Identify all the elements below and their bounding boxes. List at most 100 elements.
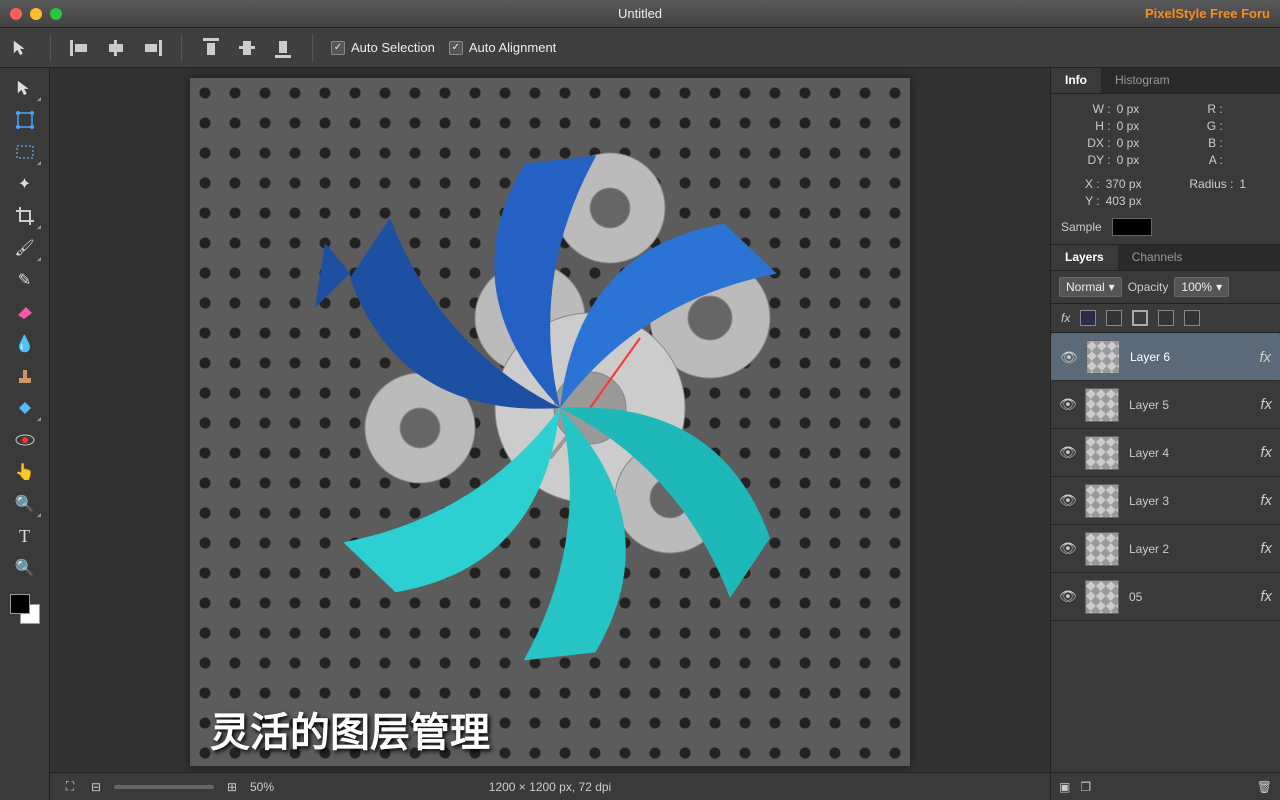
navigator-zoom-tool[interactable]: 🔍 — [8, 554, 42, 582]
zoom-in-icon[interactable]: ⊞ — [224, 779, 240, 795]
text-tool[interactable]: T — [8, 522, 42, 550]
document-canvas[interactable]: 灵活的图层管理 — [190, 78, 910, 766]
window-controls — [10, 8, 62, 20]
sample-swatch[interactable] — [1112, 218, 1152, 236]
transform-tool[interactable] — [8, 106, 42, 134]
layer-thumbnail[interactable] — [1085, 388, 1119, 422]
layer-thumbnail[interactable] — [1085, 532, 1119, 566]
close-window-button[interactable] — [10, 8, 22, 20]
layers-list: 👁Layer 6fx👁Layer 5fx👁Layer 4fx👁Layer 3fx… — [1051, 333, 1280, 772]
layer-row[interactable]: 👁Layer 6fx — [1051, 333, 1280, 381]
layers-panel-body: Normal ▾ Opacity 100% ▾ fx 👁Layer 6fx👁La… — [1051, 271, 1280, 800]
info-y-value: 403 px — [1106, 194, 1166, 208]
separator — [312, 34, 313, 62]
minimize-window-button[interactable] — [30, 8, 42, 20]
layer-row[interactable]: 👁 05 fx — [1051, 573, 1280, 621]
tab-channels[interactable]: Channels — [1118, 245, 1197, 270]
visibility-toggle-icon[interactable]: 👁 — [1059, 396, 1075, 413]
fx-badge[interactable]: fx — [1260, 588, 1272, 605]
visibility-toggle-icon[interactable]: 👁 — [1059, 588, 1075, 605]
lock-transparency-icon[interactable] — [1080, 310, 1096, 326]
zoom-value: 50% — [250, 780, 274, 794]
visibility-toggle-icon[interactable]: 👁 — [1059, 444, 1075, 461]
lock-position-icon[interactable] — [1132, 310, 1148, 326]
info-y-label: Y : — [1061, 194, 1106, 208]
zoom-out-icon[interactable]: ⊟ — [88, 779, 104, 795]
layer-name: Layer 3 — [1129, 494, 1250, 508]
canvas-caption: 灵活的图层管理 — [210, 700, 490, 758]
crop-tool[interactable] — [8, 202, 42, 230]
layer-thumbnail[interactable] — [1085, 580, 1119, 614]
blend-mode-select[interactable]: Normal ▾ — [1059, 277, 1122, 297]
layer-thumbnail[interactable] — [1085, 484, 1119, 518]
align-left-icon[interactable] — [69, 36, 91, 60]
right-panels: Info Histogram W :0 px H :0 px DX :0 px … — [1050, 68, 1280, 800]
maximize-window-button[interactable] — [50, 8, 62, 20]
zoom-slider[interactable] — [114, 785, 214, 789]
lock-pixels-icon[interactable] — [1106, 310, 1122, 326]
color-swatches[interactable] — [10, 594, 40, 624]
fx-badge[interactable]: fx — [1260, 396, 1272, 413]
info-r-label: R : — [1166, 102, 1229, 116]
layer-row[interactable]: 👁Layer 5fx — [1051, 381, 1280, 429]
tab-histogram[interactable]: Histogram — [1101, 68, 1184, 93]
duplicate-layer-icon[interactable]: ❐ — [1080, 780, 1091, 794]
auto-alignment-label: Auto Alignment — [469, 40, 556, 55]
info-x-value: 370 px — [1106, 177, 1166, 191]
tab-layers[interactable]: Layers — [1051, 245, 1118, 270]
layer-thumbnail[interactable] — [1086, 340, 1120, 374]
info-g-label: G : — [1166, 119, 1229, 133]
titlebar: Untitled PixelStyle Free Foru — [0, 0, 1280, 28]
fx-label[interactable]: fx — [1061, 311, 1070, 325]
visibility-toggle-icon[interactable]: 👁 — [1059, 492, 1075, 509]
auto-selection-checkbox[interactable]: ✓Auto Selection — [331, 40, 435, 55]
info-dy-value: 0 px — [1117, 153, 1166, 167]
bucket-tool[interactable] — [8, 394, 42, 422]
smudge-tool[interactable]: 👆 — [8, 458, 42, 486]
document-title: Untitled — [618, 6, 662, 21]
layer-thumbnail[interactable] — [1085, 436, 1119, 470]
layer-name: 05 — [1129, 590, 1250, 604]
layers-footer: ▣ ❐ 🗑 — [1051, 772, 1280, 800]
layer-row[interactable]: 👁Layer 2fx — [1051, 525, 1280, 573]
fx-badge[interactable]: fx — [1260, 540, 1272, 557]
align-bottom-icon[interactable] — [272, 36, 294, 60]
fx-badge[interactable]: fx — [1260, 492, 1272, 509]
new-layer-icon[interactable]: ▣ — [1059, 780, 1070, 794]
visibility-toggle-icon[interactable]: 👁 — [1060, 349, 1076, 366]
eyedropper-tool[interactable]: 💧 — [8, 330, 42, 358]
info-radius-value: 1 — [1239, 177, 1270, 208]
layer-row[interactable]: 👁Layer 4fx — [1051, 429, 1280, 477]
eraser-tool[interactable] — [8, 298, 42, 326]
sample-label: Sample — [1061, 220, 1102, 234]
magic-wand-tool[interactable]: ✦ — [8, 170, 42, 198]
info-dy-label: DY : — [1061, 153, 1117, 167]
brush-tool[interactable]: 🖌 — [8, 234, 42, 262]
zoom-tool[interactable]: 🔍 — [8, 490, 42, 518]
red-eye-tool[interactable] — [8, 426, 42, 454]
lock-all-icon[interactable] — [1158, 310, 1174, 326]
clone-stamp-tool[interactable] — [8, 362, 42, 390]
layer-row[interactable]: 👁 Layer 3 fx — [1051, 477, 1280, 525]
fx-badge[interactable]: fx — [1259, 349, 1271, 366]
tab-info[interactable]: Info — [1051, 68, 1101, 93]
marquee-tool[interactable] — [8, 138, 42, 166]
lock-extra-icon[interactable] — [1184, 310, 1200, 326]
opacity-label: Opacity — [1128, 280, 1169, 294]
align-center-h-icon[interactable] — [105, 36, 127, 60]
visibility-toggle-icon[interactable]: 👁 — [1059, 540, 1075, 557]
pencil-tool[interactable]: ✎ — [8, 266, 42, 294]
separator — [181, 34, 182, 62]
forum-link[interactable]: PixelStyle Free Foru — [1145, 6, 1270, 21]
fullscreen-icon[interactable]: ⛶ — [62, 779, 78, 795]
layers-panel-tabs: Layers Channels — [1051, 245, 1280, 271]
delete-layer-icon[interactable]: 🗑 — [1257, 780, 1272, 794]
foreground-color-swatch[interactable] — [10, 594, 30, 614]
move-tool[interactable] — [8, 74, 42, 102]
align-right-icon[interactable] — [141, 36, 163, 60]
fx-badge[interactable]: fx — [1260, 444, 1272, 461]
opacity-select[interactable]: 100% ▾ — [1174, 277, 1229, 297]
align-center-v-icon[interactable] — [236, 36, 258, 60]
auto-alignment-checkbox[interactable]: ✓Auto Alignment — [449, 40, 556, 55]
align-top-icon[interactable] — [200, 36, 222, 60]
